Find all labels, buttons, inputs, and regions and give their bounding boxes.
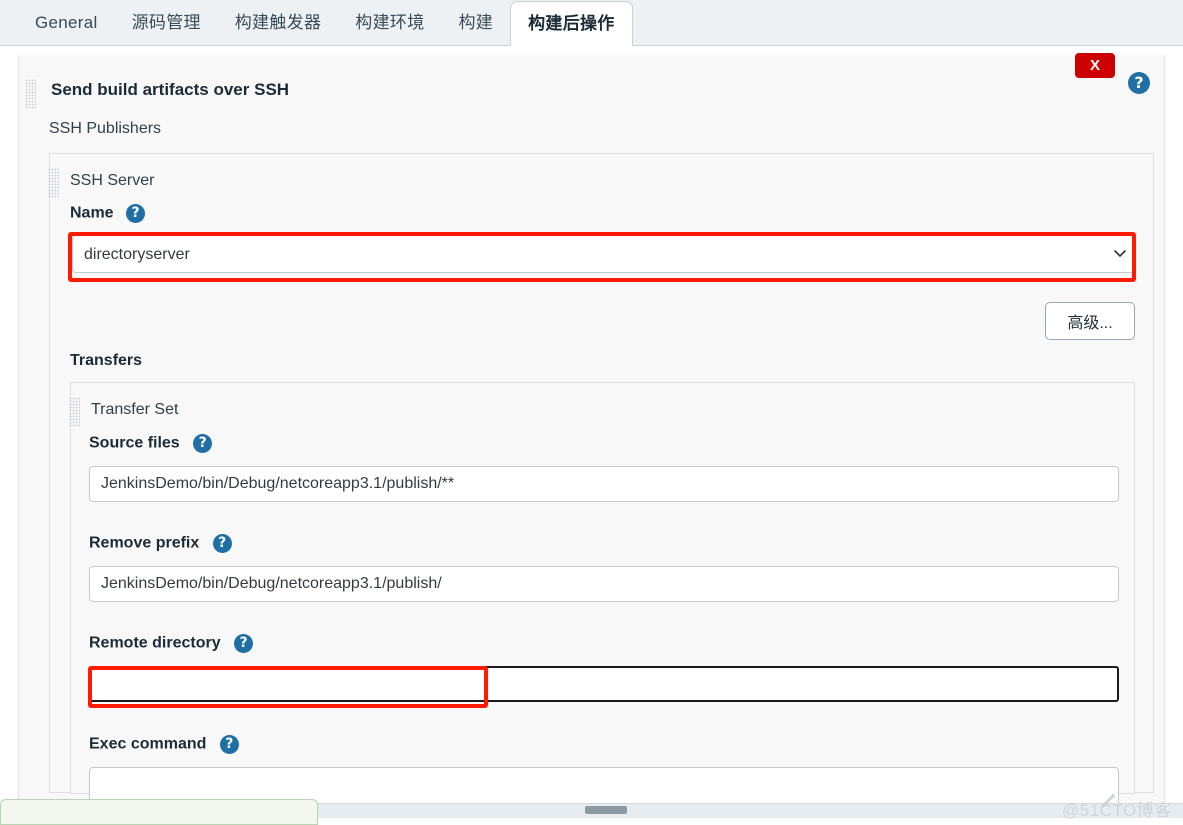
exec-command-label-text: Exec command [89, 735, 207, 753]
remote-directory-input[interactable] [89, 666, 1119, 702]
transfers-label: Transfers [70, 352, 143, 369]
help-icon-exec-command[interactable]: ? [219, 735, 239, 754]
help-icon-source-files[interactable]: ? [193, 434, 213, 453]
help-icon-name[interactable]: ? [126, 204, 146, 223]
post-build-action-panel: Send build artifacts over SSH SSH Publis… [18, 55, 1165, 811]
exec-command-label: Exec command ? [89, 735, 239, 754]
source-files-input[interactable] [89, 466, 1119, 502]
help-icon-remove-prefix[interactable]: ? [212, 534, 232, 553]
tab-post-build-actions[interactable]: 构建后操作 [510, 1, 633, 46]
transfer-set-drag-handle-icon[interactable] [69, 397, 80, 427]
config-tab-bar: General 源码管理 构建触发器 构建环境 构建 构建后操作 [0, 0, 1183, 46]
horizontal-scrollbar-track[interactable] [318, 803, 1183, 818]
bottom-tooltip-panel [0, 799, 318, 825]
remove-prefix-label-text: Remove prefix [89, 534, 200, 552]
tab-build[interactable]: 构建 [442, 1, 511, 45]
horizontal-scrollbar-thumb[interactable] [585, 806, 627, 814]
help-icon-block[interactable]: ? [1128, 72, 1150, 94]
page-title: Send build artifacts over SSH [51, 80, 290, 99]
transfer-set-panel: Transfer Set Source files ? Remove prefi… [69, 382, 1135, 811]
transfer-set-label: Transfer Set [91, 401, 179, 418]
ssh-server-drag-handle-icon[interactable] [48, 168, 59, 198]
ssh-publishers-label: SSH Publishers [49, 120, 162, 137]
tab-general[interactable]: General [18, 1, 115, 45]
source-files-label-text: Source files [89, 434, 180, 452]
help-icon-remote-directory[interactable]: ? [234, 634, 254, 653]
remove-prefix-label: Remove prefix ? [89, 534, 232, 553]
jenkins-job-config-page: General 源码管理 构建触发器 构建环境 构建 构建后操作 Send bu… [0, 0, 1183, 825]
remove-prefix-input[interactable] [89, 566, 1119, 602]
advanced-button[interactable]: 高级... [1045, 302, 1135, 340]
tab-build-environment[interactable]: 构建环境 [338, 1, 441, 45]
ssh-server-name-select[interactable]: directoryserver [72, 235, 1135, 273]
tab-build-triggers[interactable]: 构建触发器 [218, 1, 339, 45]
config-page-body: Send build artifacts over SSH SSH Publis… [0, 46, 1183, 825]
remote-directory-label: Remote directory ? [89, 634, 254, 653]
ssh-server-label: SSH Server [70, 172, 155, 189]
remote-directory-label-text: Remote directory [89, 634, 221, 652]
name-label-text: Name [70, 204, 114, 222]
source-files-label: Source files ? [89, 434, 213, 453]
close-button[interactable]: X [1075, 53, 1115, 78]
ssh-server-panel: SSH Server Name ? directoryserver 高级... [48, 153, 1154, 811]
name-label: Name ? [70, 204, 146, 223]
drag-handle-icon[interactable] [25, 79, 36, 109]
tab-source-code-management[interactable]: 源码管理 [115, 1, 218, 45]
